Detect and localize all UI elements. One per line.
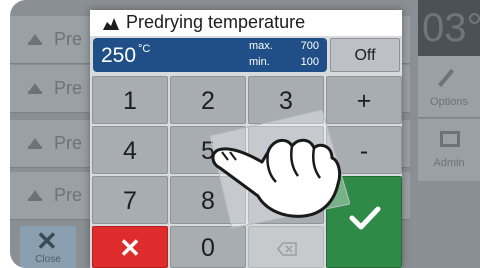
min-label: min. [249, 56, 270, 68]
background-row-label: Pre [54, 78, 83, 98]
close-icon: ✕ [36, 226, 58, 256]
key-label: 0 [201, 234, 215, 262]
background-temperature-value: 03° [422, 6, 480, 50]
value-unit: °C [138, 43, 151, 55]
key-label: 1 [123, 87, 137, 115]
material-icon [28, 34, 42, 45]
max-label: max. [249, 40, 273, 52]
material-icon [103, 18, 119, 30]
numeric-input-dialog: Predrying temperature 250 °C max. 700 mi… [90, 10, 402, 268]
material-icon [28, 83, 42, 94]
pencil-icon [438, 69, 454, 87]
background-row-label: Pre [54, 29, 83, 49]
pointing-hand-icon [210, 110, 350, 228]
off-button-label: Off [354, 47, 376, 64]
dialog-title: Predrying temperature [126, 12, 306, 32]
key-label: 4 [123, 137, 137, 165]
background-options-label: Options [430, 96, 468, 108]
off-button[interactable]: Off [330, 38, 400, 72]
material-icon [28, 138, 42, 149]
key-4-button[interactable]: 4 [92, 126, 168, 174]
key-0-button[interactable]: 0 [170, 226, 246, 268]
cancel-button[interactable]: ✕ [92, 226, 168, 268]
max-value: 700 [300, 40, 319, 52]
background-row-label: Pre [54, 133, 83, 153]
background-admin-label: Admin [433, 157, 465, 169]
key-7-button[interactable]: 7 [92, 176, 168, 224]
key-label: 7 [123, 187, 137, 215]
current-value: 250 [101, 44, 137, 67]
background-close-label: Close [35, 254, 61, 265]
window-icon [440, 131, 460, 147]
cancel-icon: ✕ [119, 233, 141, 263]
min-value: 100 [300, 56, 319, 68]
value-display: 250 °C max. 700 min. 100 [93, 38, 327, 72]
key-1-button[interactable]: 1 [92, 76, 168, 124]
backspace-icon [277, 242, 297, 256]
background-close-button[interactable]: ✕ Close [20, 226, 76, 268]
background-admin-button[interactable]: Admin [418, 119, 480, 181]
checkmark-icon [349, 206, 381, 230]
background-options-button[interactable]: Options [418, 56, 480, 118]
background-row-label: Pre [54, 185, 83, 205]
dialog-title-bar: Predrying temperature [90, 10, 402, 36]
backspace-button[interactable] [248, 226, 324, 268]
background-temperature: 03° [418, 0, 480, 56]
material-icon [28, 190, 42, 201]
